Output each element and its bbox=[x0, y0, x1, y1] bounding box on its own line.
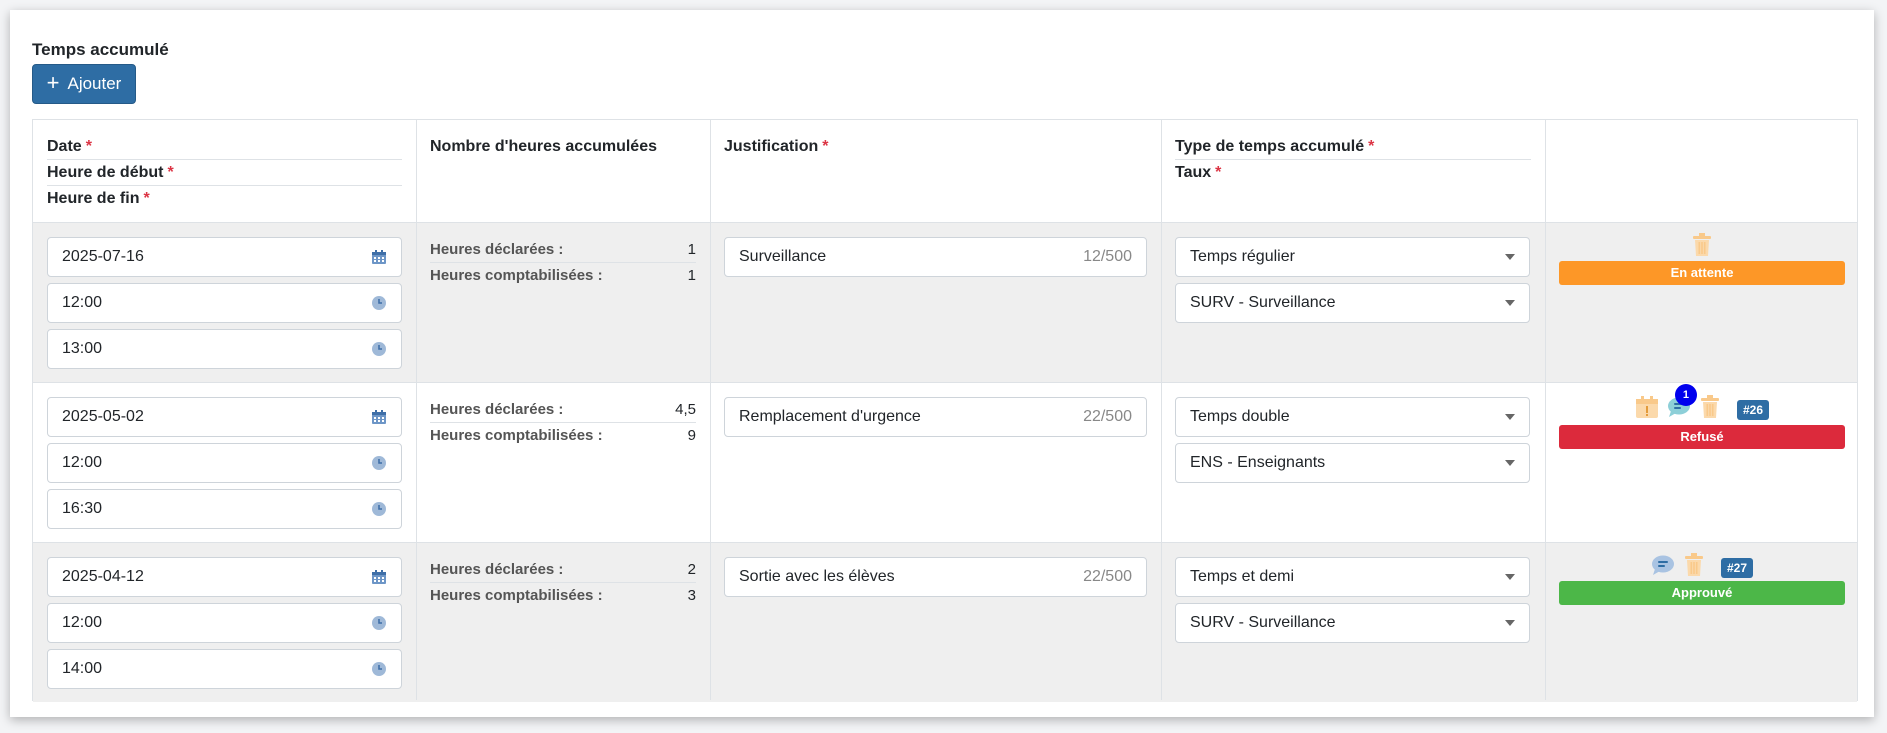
comment-icon[interactable]: 1 bbox=[1667, 384, 1697, 423]
add-button[interactable]: + Ajouter bbox=[32, 64, 136, 104]
clock-icon[interactable] bbox=[371, 501, 387, 517]
chevron-down-icon bbox=[1505, 414, 1515, 420]
chevron-down-icon bbox=[1505, 574, 1515, 580]
calendar-icon[interactable] bbox=[371, 569, 387, 585]
header-hours: Nombre d'heures accumulées bbox=[430, 138, 657, 155]
char-counter: 22/500 bbox=[1083, 568, 1132, 585]
chevron-down-icon bbox=[1505, 460, 1515, 466]
declared-label: Heures déclarées : bbox=[430, 401, 564, 418]
table-header: Date * Heure de début * Heure de fin * Nomb… bbox=[33, 120, 1857, 222]
hours-summary: Heures déclarées : 2 Heures comptabilisée… bbox=[430, 557, 696, 608]
justification-input[interactable]: Remplacement d'urgence 22/500 bbox=[724, 397, 1147, 437]
clock-icon[interactable] bbox=[371, 295, 387, 311]
date-input[interactable]: 2025-07-16 bbox=[47, 237, 402, 277]
delete-icon[interactable] bbox=[1691, 233, 1713, 262]
type-select[interactable]: Temps double bbox=[1175, 397, 1530, 437]
counted-value: 1 bbox=[687, 267, 696, 284]
counted-label: Heures comptabilisées : bbox=[430, 587, 603, 604]
table-row: 2025-04-12 12:00 14:00 Heures déclarées … bbox=[33, 542, 1857, 702]
rate-select[interactable]: SURV - Surveillance bbox=[1175, 603, 1530, 643]
date-input[interactable]: 2025-04-12 bbox=[47, 557, 402, 597]
row-actions bbox=[1545, 233, 1859, 262]
section-title: Temps accumulé bbox=[32, 40, 169, 59]
end-time-input[interactable]: 14:00 bbox=[47, 649, 402, 689]
delete-icon[interactable] bbox=[1683, 553, 1705, 582]
declared-value: 4,5 bbox=[675, 401, 696, 418]
clock-icon[interactable] bbox=[371, 661, 387, 677]
header-rate: Taux * bbox=[1175, 164, 1222, 181]
justification-input[interactable]: Sortie avec les élèves 22/500 bbox=[724, 557, 1147, 597]
table-row: 2025-07-16 12:00 13:00 Heures déclarées … bbox=[33, 222, 1857, 382]
counted-value: 3 bbox=[687, 587, 696, 604]
accumulated-time-panel: Temps accumulé + Ajouter Date * Heure de … bbox=[10, 10, 1874, 717]
plus-icon: + bbox=[46, 70, 60, 95]
char-counter: 22/500 bbox=[1083, 408, 1132, 425]
header-date: Date * bbox=[47, 134, 402, 160]
char-counter: 12/500 bbox=[1083, 248, 1132, 265]
chevron-down-icon bbox=[1505, 254, 1515, 260]
counted-value: 9 bbox=[687, 427, 696, 444]
type-select[interactable]: Temps régulier bbox=[1175, 237, 1530, 277]
start-time-input[interactable]: 12:00 bbox=[47, 603, 402, 643]
row-actions: #27 bbox=[1545, 553, 1859, 582]
row-actions: 1 #26 bbox=[1545, 384, 1859, 424]
start-time-input[interactable]: 12:00 bbox=[47, 283, 402, 323]
end-time-input[interactable]: 16:30 bbox=[47, 489, 402, 529]
clock-icon[interactable] bbox=[371, 341, 387, 357]
counted-label: Heures comptabilisées : bbox=[430, 427, 603, 444]
clock-icon[interactable] bbox=[371, 615, 387, 631]
end-time-input[interactable]: 13:00 bbox=[47, 329, 402, 369]
notification-count: 1 bbox=[1674, 384, 1697, 406]
hours-summary: Heures déclarées : 1 Heures comptabilisée… bbox=[430, 237, 696, 288]
counted-label: Heures comptabilisées : bbox=[430, 267, 603, 284]
header-start: Heure de début * bbox=[47, 160, 402, 186]
clock-icon[interactable] bbox=[371, 455, 387, 471]
calendar-icon[interactable] bbox=[371, 249, 387, 265]
add-button-label: Ajouter bbox=[67, 74, 122, 93]
accumulated-time-table: Date * Heure de début * Heure de fin * Nomb… bbox=[32, 119, 1858, 702]
declared-value: 1 bbox=[687, 241, 696, 258]
declared-label: Heures déclarées : bbox=[430, 241, 564, 258]
header-type: Type de temps accumulé * bbox=[1175, 134, 1531, 160]
status-badge: Refusé bbox=[1559, 425, 1845, 449]
comment-icon[interactable] bbox=[1651, 554, 1675, 581]
status-badge: Approuvé bbox=[1559, 581, 1845, 605]
rate-select[interactable]: SURV - Surveillance bbox=[1175, 283, 1530, 323]
header-justification: Justification * bbox=[724, 138, 829, 155]
calendar-icon[interactable] bbox=[371, 409, 387, 425]
type-select[interactable]: Temps et demi bbox=[1175, 557, 1530, 597]
declared-label: Heures déclarées : bbox=[430, 561, 564, 578]
table-row: 2025-05-02 12:00 16:30 Heures déclarées … bbox=[33, 382, 1857, 542]
hours-summary: Heures déclarées : 4,5 Heures comptabilis… bbox=[430, 397, 696, 448]
rate-select[interactable]: ENS - Enseignants bbox=[1175, 443, 1530, 483]
justification-input[interactable]: Surveillance 12/500 bbox=[724, 237, 1147, 277]
status-badge: En attente bbox=[1559, 261, 1845, 285]
date-input[interactable]: 2025-05-02 bbox=[47, 397, 402, 437]
chevron-down-icon bbox=[1505, 620, 1515, 626]
calendar-warning-icon[interactable] bbox=[1635, 395, 1659, 424]
declared-value: 2 bbox=[687, 561, 696, 578]
reference-badge: #27 bbox=[1720, 557, 1754, 578]
header-end: Heure de fin * bbox=[47, 190, 150, 207]
reference-badge: #26 bbox=[1736, 399, 1770, 420]
delete-icon[interactable] bbox=[1699, 395, 1721, 424]
chevron-down-icon bbox=[1505, 300, 1515, 306]
start-time-input[interactable]: 12:00 bbox=[47, 443, 402, 483]
